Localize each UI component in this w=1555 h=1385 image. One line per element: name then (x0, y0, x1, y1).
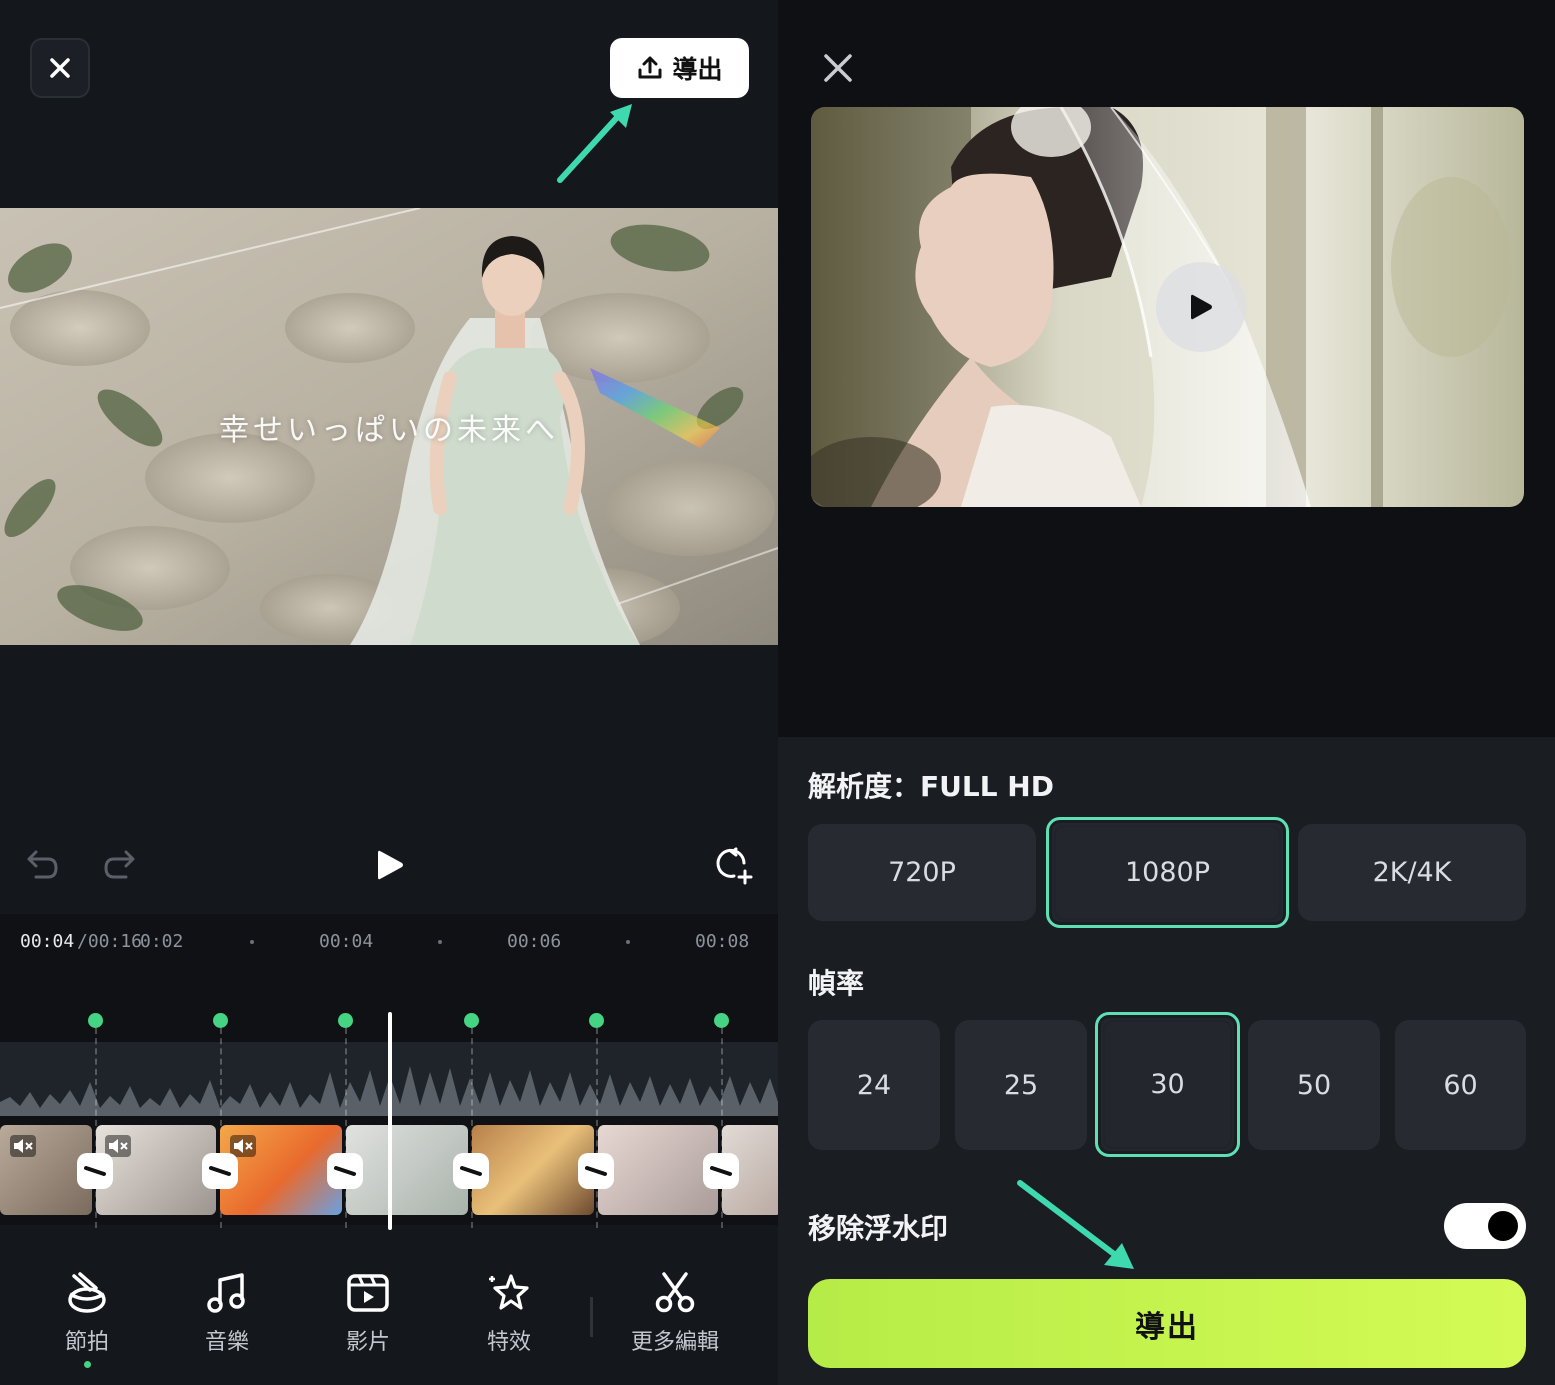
nav-label: 音樂 (204, 1330, 249, 1355)
transition-button[interactable] (327, 1153, 363, 1189)
mute-icon[interactable] (105, 1135, 131, 1157)
nav-label: 影片 (345, 1330, 390, 1355)
beat-icon (68, 1272, 106, 1313)
resolution-option-1080p[interactable]: 1080P (1046, 817, 1289, 928)
video-preview[interactable]: 幸せいっぱいの未来へ (0, 208, 778, 645)
option-label: 25 (1003, 1069, 1039, 1101)
option-label: 50 (1296, 1069, 1332, 1101)
nav-label: 節拍 (64, 1330, 109, 1355)
nav-label: 更多編輯 (630, 1330, 719, 1355)
toggle-knob (1488, 1211, 1518, 1241)
redo-icon (104, 850, 135, 879)
play-icon (1191, 294, 1212, 320)
video-clip-icon (347, 1274, 389, 1312)
tick-dot (438, 940, 442, 944)
current-time: 00:04 (20, 931, 75, 952)
framerate-option-25[interactable]: 25 (955, 1020, 1087, 1150)
redo-button[interactable] (100, 845, 140, 885)
mute-icon[interactable] (230, 1135, 256, 1157)
undo-button[interactable] (22, 845, 62, 885)
undo-icon (27, 850, 58, 879)
clip-thumbnail[interactable] (472, 1125, 594, 1215)
transition-icon (209, 1166, 231, 1176)
option-label: 720P (888, 857, 956, 888)
option-label: 30 (1150, 1069, 1185, 1100)
transition-button[interactable] (202, 1153, 238, 1189)
option-label: 1080P (1125, 857, 1210, 888)
option-label: 24 (856, 1069, 892, 1101)
transition-icon (334, 1166, 356, 1176)
nav-divider (590, 1297, 593, 1337)
nav-music[interactable]: 音樂 (172, 1270, 282, 1356)
close-icon (824, 54, 852, 82)
add-keyframe-icon (716, 847, 753, 885)
tick-dot (626, 940, 630, 944)
beat-marker[interactable] (88, 1013, 103, 1028)
tick-label: 0:02 (140, 931, 184, 952)
nav-video[interactable]: 影片 (313, 1270, 423, 1356)
beat-marker[interactable] (213, 1013, 228, 1028)
option-label: 60 (1443, 1069, 1478, 1101)
tick-dot (250, 940, 254, 944)
transition-button[interactable] (578, 1153, 614, 1189)
preview-play-button[interactable] (1156, 262, 1246, 352)
transition-icon (84, 1166, 106, 1176)
export-button[interactable]: 導出 (808, 1279, 1526, 1368)
export-preview[interactable] (811, 107, 1524, 507)
framerate-option-24[interactable]: 24 (808, 1020, 940, 1150)
close-editor-button[interactable] (30, 38, 90, 98)
export-dialog: 解析度：FULL HD 720P 1080P 2K/4K 幀率 24 25 30… (778, 0, 1555, 1385)
framerate-option-30[interactable]: 30 (1095, 1012, 1240, 1157)
framerate-option-60[interactable]: 60 (1395, 1020, 1526, 1150)
scissors-icon (655, 1272, 695, 1313)
effects-star-icon (489, 1274, 529, 1310)
close-icon (50, 58, 70, 78)
nav-more-edit[interactable]: 更多編輯 (620, 1270, 730, 1356)
total-time: /00:16 (77, 931, 143, 952)
beat-marker[interactable] (464, 1013, 479, 1028)
watermark-label: 移除浮水印 (808, 1212, 949, 1245)
transition-icon (710, 1166, 732, 1176)
beat-marker[interactable] (338, 1013, 353, 1028)
remove-watermark-toggle[interactable] (1444, 1203, 1526, 1249)
nav-effects[interactable]: 特效 (454, 1270, 564, 1356)
beat-marker[interactable] (589, 1013, 604, 1028)
framerate-title: 幀率 (808, 967, 865, 1000)
option-label: 2K/4K (1372, 857, 1452, 888)
close-export-button[interactable] (818, 48, 858, 88)
play-icon (378, 850, 403, 880)
tick-label: 00:04 (319, 931, 374, 952)
mute-icon[interactable] (10, 1135, 36, 1157)
editor-panel: 導出 幸せいっぱいの未来へ 00:04 /00:16 0:02 00:04 00… (0, 0, 778, 1385)
music-note-icon (207, 1273, 245, 1313)
clip-thumbnail[interactable] (346, 1125, 468, 1215)
transition-button[interactable] (77, 1153, 113, 1189)
nav-label: 特效 (486, 1330, 531, 1355)
beat-marker[interactable] (714, 1013, 729, 1028)
transition-button[interactable] (453, 1153, 489, 1189)
framerate-option-50[interactable]: 50 (1248, 1020, 1380, 1150)
add-keyframe-button[interactable] (712, 843, 756, 887)
export-button-label: 導出 (1135, 1309, 1199, 1345)
upload-icon (638, 56, 662, 79)
nav-active-indicator (84, 1361, 91, 1368)
resolution-option-2k4k[interactable]: 2K/4K (1298, 824, 1526, 921)
playhead[interactable] (388, 1012, 392, 1230)
tick-label: 00:08 (695, 931, 750, 952)
clip-thumbnail[interactable] (598, 1125, 718, 1215)
tick-label: 00:06 (507, 931, 562, 952)
annotation-arrow-top (557, 104, 632, 183)
export-button-label: 導出 (672, 55, 723, 84)
resolution-option-720p[interactable]: 720P (808, 824, 1036, 921)
nav-beat[interactable]: 節拍 (32, 1270, 142, 1356)
transition-icon (460, 1166, 482, 1176)
resolution-title: 解析度：FULL HD (808, 770, 1054, 803)
transition-button[interactable] (703, 1153, 739, 1189)
overlay-caption: 幸せいっぱいの未来へ (219, 413, 559, 448)
export-button-top[interactable]: 導出 (610, 38, 749, 98)
transition-icon (585, 1166, 607, 1176)
play-button[interactable] (370, 845, 410, 885)
